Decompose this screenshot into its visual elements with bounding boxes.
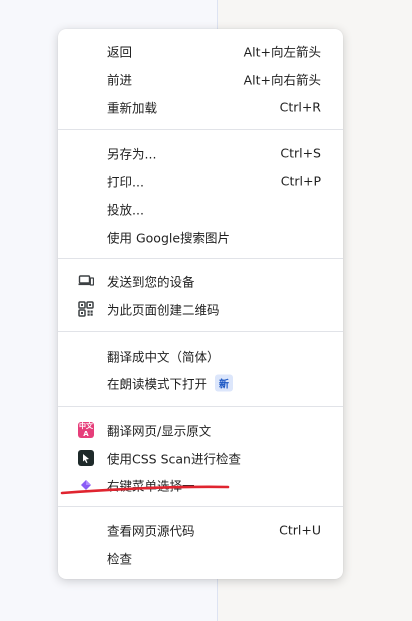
menu-item-cast[interactable]: 投放... — [58, 195, 343, 223]
menu-separator — [58, 506, 343, 507]
devices-icon — [77, 272, 95, 290]
menu-item-label: 查看网页源代码 — [107, 523, 195, 539]
menu-item-reading-mode[interactable]: 在朗读模式下打开新 — [58, 369, 343, 397]
menu-item-label: 翻译成中文（简体） — [107, 349, 220, 365]
translate-extension-icon: 中文A — [77, 421, 95, 439]
new-badge: 新 — [215, 374, 234, 392]
translate-extension-icon-text: 中文A — [78, 422, 94, 438]
menu-item-shortcut: Ctrl+R — [279, 99, 321, 115]
menu-item-shortcut: Alt+向右箭头 — [243, 72, 321, 88]
menu-item-label: 为此页面创建二维码 — [107, 302, 220, 318]
menu-item-back[interactable]: 返回 Alt+向左箭头 — [58, 37, 343, 65]
menu-item-label-text: 在朗读模式下打开 — [107, 376, 208, 392]
menu-separator — [58, 129, 343, 130]
menu-item-shortcut: Alt+向左箭头 — [243, 44, 321, 60]
qr-code-icon — [77, 300, 95, 318]
menu-item-reload[interactable]: 重新加载 Ctrl+R — [58, 93, 343, 121]
menu-item-label: 另存为... — [107, 146, 157, 162]
menu-separator — [58, 406, 343, 407]
menu-item-label: 在朗读模式下打开新 — [107, 374, 234, 393]
menu-item-inspect[interactable]: 检查 — [58, 544, 343, 572]
menu-separator — [58, 331, 343, 332]
menu-item-label: 检查 — [107, 551, 133, 567]
menu-item-translate[interactable]: 翻译成中文（简体） — [58, 342, 343, 370]
menu-item-label: 翻译网页/显示原文 — [107, 423, 212, 439]
menu-item-print[interactable]: 打印... Ctrl+P — [58, 167, 343, 195]
menu-item-shortcut: Ctrl+U — [279, 522, 321, 538]
menu-item-save-as[interactable]: 另存为... Ctrl+S — [58, 139, 343, 167]
menu-item-label: 发送到您的设备 — [107, 274, 195, 290]
context-menu: 返回 Alt+向左箭头 前进 Alt+向右箭头 重新加载 Ctrl+R 另存为.… — [58, 29, 343, 579]
menu-item-label: 打印... — [107, 174, 144, 190]
menu-item-forward[interactable]: 前进 Alt+向右箭头 — [58, 65, 343, 93]
menu-item-label: 使用CSS Scan进行检查 — [107, 451, 241, 467]
annotation-underline — [60, 485, 230, 495]
menu-item-translate-extension[interactable]: 中文A 翻译网页/显示原文 — [58, 416, 343, 444]
menu-item-css-scan[interactable]: 使用CSS Scan进行检查 — [58, 444, 343, 472]
menu-item-label: 重新加载 — [107, 100, 158, 116]
menu-item-send-to-devices[interactable]: 发送到您的设备 — [58, 267, 343, 295]
menu-item-label: 使用 Google搜索图片 — [107, 230, 231, 246]
menu-item-label: 返回 — [107, 44, 133, 60]
menu-item-label: 投放... — [107, 202, 144, 218]
menu-item-view-source[interactable]: 查看网页源代码 Ctrl+U — [58, 516, 343, 544]
menu-item-google-image-search[interactable]: 使用 Google搜索图片 — [58, 223, 343, 251]
css-scan-icon — [77, 449, 95, 467]
menu-item-shortcut: Ctrl+P — [280, 173, 321, 189]
menu-item-qr-code[interactable]: 为此页面创建二维码 — [58, 295, 343, 323]
menu-item-shortcut: Ctrl+S — [280, 145, 321, 161]
menu-separator — [58, 258, 343, 259]
menu-item-label: 前进 — [107, 72, 133, 88]
